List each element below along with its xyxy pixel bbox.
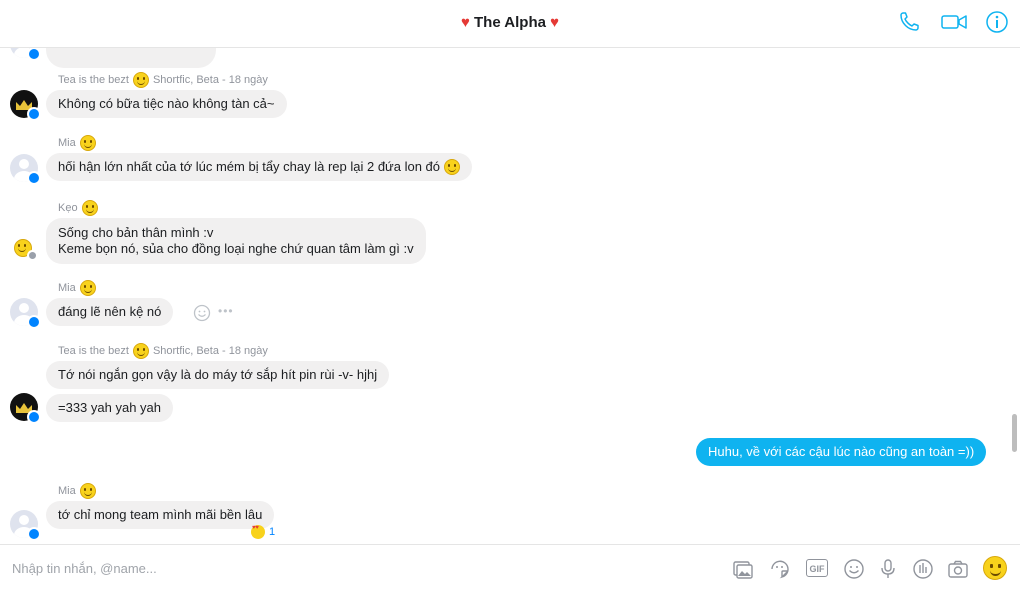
message-bubble[interactable]: Không có bữa tiệc nào không tàn cả~ bbox=[46, 90, 287, 118]
message-list[interactable]: Tea is the bezt Shortfic, Beta - 18 ngày… bbox=[0, 48, 1008, 544]
conversation-title[interactable]: ♥ The Alpha ♥ bbox=[0, 14, 1020, 31]
smile-emoji-icon bbox=[79, 135, 96, 151]
messenger-badge-icon bbox=[27, 107, 41, 121]
emoji-icon[interactable] bbox=[843, 558, 865, 580]
video-icon[interactable] bbox=[940, 10, 968, 34]
message-text: tớ chỉ mong team mình mãi bền lâu bbox=[58, 507, 263, 522]
avatar[interactable] bbox=[10, 393, 41, 424]
sender-label: Mia bbox=[58, 135, 96, 151]
smile-emoji-icon bbox=[79, 483, 96, 499]
camera-icon[interactable] bbox=[947, 558, 969, 580]
messenger-badge-icon bbox=[27, 48, 41, 61]
smile-emoji-icon bbox=[79, 280, 96, 296]
like-emoji-icon[interactable] bbox=[983, 556, 1007, 580]
message-text: =333 yah yah yah bbox=[58, 400, 161, 415]
sender-label: Mia bbox=[58, 483, 96, 499]
avatar[interactable] bbox=[10, 154, 41, 185]
avatar[interactable] bbox=[10, 90, 41, 121]
message-bubble[interactable]: tớ chỉ mong team mình mãi bền lâu bbox=[46, 501, 275, 529]
message-text-line: Keme bọn nó, sủa cho đồng loại nghe chứ … bbox=[58, 241, 414, 256]
message-composer: GIF bbox=[0, 544, 1020, 589]
sender-name: Kẹo bbox=[58, 202, 78, 214]
message-bubble[interactable] bbox=[46, 48, 216, 68]
message-text-line: Sống cho bản thân mình :v bbox=[58, 225, 214, 240]
poll-icon[interactable] bbox=[912, 558, 934, 580]
sender-name: Tea is the bezt bbox=[58, 345, 129, 357]
sticker-icon[interactable] bbox=[769, 558, 791, 580]
sender-label: Tea is the bezt Shortfic, Beta - 18 ngày bbox=[58, 72, 268, 88]
avatar[interactable] bbox=[14, 239, 38, 261]
message-bubble[interactable]: Tớ nói ngắn gọn vậy là do máy tớ sắp hít… bbox=[46, 361, 390, 389]
smile-emoji-icon bbox=[444, 159, 461, 175]
phone-icon[interactable] bbox=[897, 10, 921, 34]
message-text: Không có bữa tiệc nào không tàn cả~ bbox=[58, 96, 275, 111]
message-text: hối hận lớn nhất của tớ lúc mém bị tẩy c… bbox=[58, 159, 441, 174]
conversation-header: ♥ The Alpha ♥ bbox=[0, 0, 1020, 48]
message-reaction[interactable]: 1 bbox=[251, 525, 275, 539]
sender-label: Kẹo bbox=[58, 200, 98, 216]
smile-emoji-icon bbox=[132, 343, 149, 359]
sender-name: Mia bbox=[58, 282, 76, 294]
avatar[interactable] bbox=[10, 48, 41, 61]
message-bubble[interactable]: đáng lẽ nên kệ nó bbox=[46, 298, 174, 326]
more-options-icon[interactable]: ••• bbox=[218, 304, 234, 318]
outgoing-message-bubble[interactable]: Huhu, về với các cậu lúc nào cũng an toà… bbox=[696, 438, 987, 466]
conversation-name: The Alpha bbox=[474, 14, 546, 31]
info-icon[interactable] bbox=[985, 10, 1009, 34]
sender-meta: Shortfic, Beta - 18 ngày bbox=[152, 74, 268, 86]
sender-label: Mia bbox=[58, 280, 96, 296]
messenger-badge-icon bbox=[27, 171, 41, 185]
reaction-count: 1 bbox=[269, 526, 276, 538]
sender-meta: Shortfic, Beta - 18 ngày bbox=[152, 345, 268, 357]
gif-icon[interactable]: GIF bbox=[806, 559, 828, 577]
heart-icon: ♥ bbox=[550, 14, 560, 31]
message-text: Huhu, về với các cậu lúc nào cũng an toà… bbox=[708, 444, 975, 459]
message-input[interactable] bbox=[10, 557, 614, 579]
message-text: Tớ nói ngắn gọn vậy là do máy tớ sắp hít… bbox=[58, 367, 378, 382]
scrollbar-thumb[interactable] bbox=[1012, 414, 1017, 452]
sender-name: Tea is the bezt bbox=[58, 74, 129, 86]
message-bubble[interactable]: hối hận lớn nhất của tớ lúc mém bị tẩy c… bbox=[46, 153, 473, 181]
react-emoji-icon[interactable] bbox=[193, 304, 211, 322]
messenger-badge-icon bbox=[27, 410, 41, 424]
message-text: đáng lẽ nên kệ nó bbox=[58, 304, 162, 319]
image-icon[interactable] bbox=[732, 558, 754, 580]
avatar[interactable] bbox=[10, 510, 41, 541]
smile-emoji-icon bbox=[132, 72, 149, 88]
microphone-icon[interactable] bbox=[877, 558, 899, 580]
sender-label: Tea is the bezt Shortfic, Beta - 18 ngày bbox=[58, 343, 268, 359]
smile-emoji-icon bbox=[81, 200, 98, 216]
heart-icon: ♥ bbox=[460, 14, 470, 31]
sender-name: Mia bbox=[58, 137, 76, 149]
message-bubble[interactable]: Sống cho bản thân mình :v Keme bọn nó, s… bbox=[46, 218, 426, 264]
heart-eyes-emoji-icon bbox=[251, 525, 265, 539]
message-bubble[interactable]: =333 yah yah yah bbox=[46, 394, 173, 422]
sender-name: Mia bbox=[58, 485, 76, 497]
messenger-badge-icon bbox=[27, 315, 41, 329]
facebook-badge-icon bbox=[27, 250, 38, 261]
messenger-badge-icon bbox=[27, 527, 41, 541]
avatar[interactable] bbox=[10, 298, 41, 329]
